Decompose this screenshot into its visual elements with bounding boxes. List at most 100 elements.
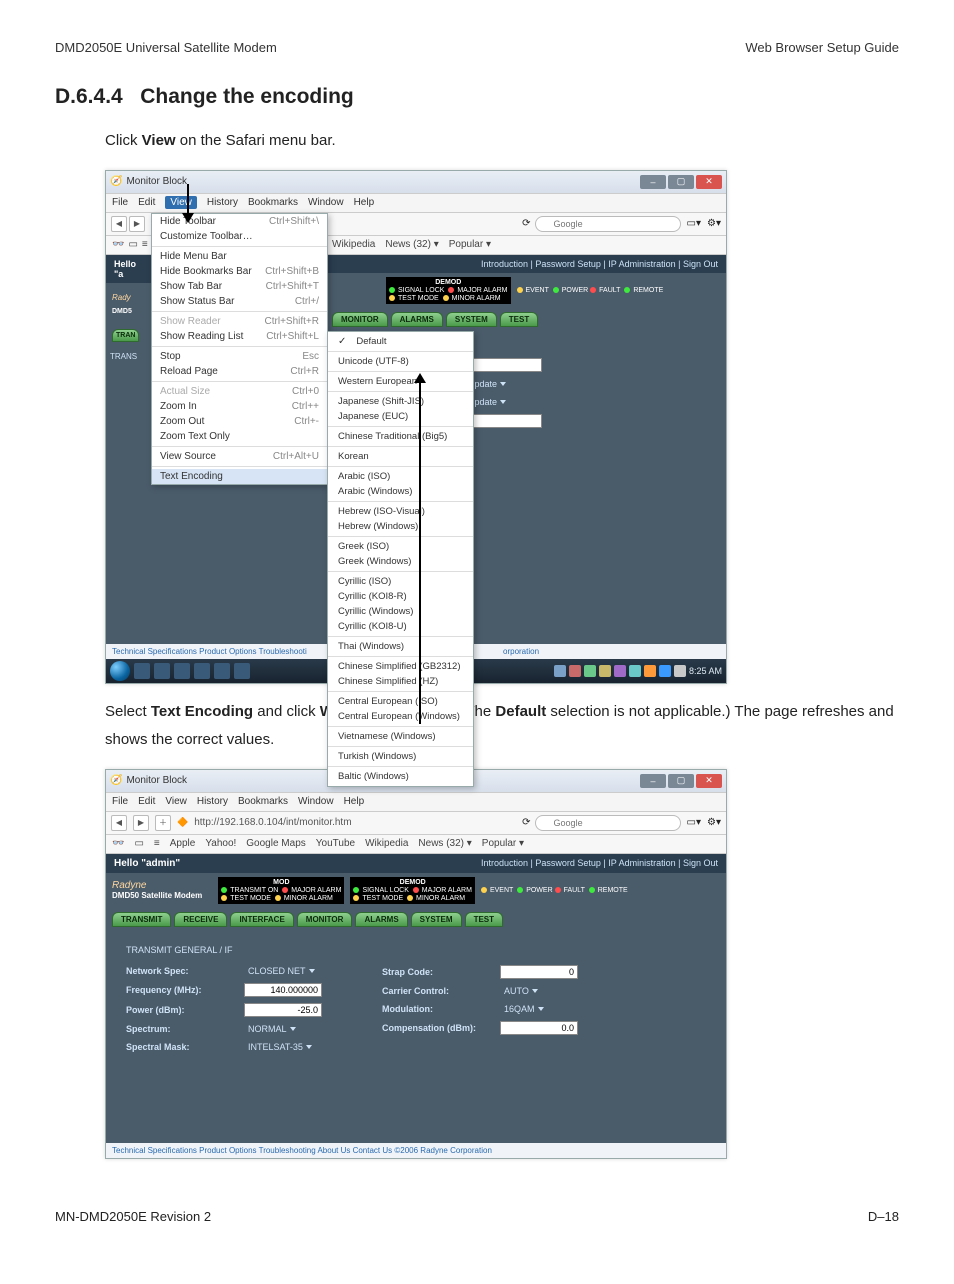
- modem-tab[interactable]: RECEIVE: [174, 912, 227, 927]
- task-icon[interactable]: [194, 663, 210, 679]
- task-icon[interactable]: [234, 663, 250, 679]
- task-icon[interactable]: [154, 663, 170, 679]
- modem-tab[interactable]: MONITOR: [332, 312, 388, 327]
- view-menu-item[interactable]: View SourceCtrl+Alt+U: [152, 449, 327, 464]
- window-min-button[interactable]: –: [640, 175, 666, 189]
- encoding-option[interactable]: Greek (ISO): [328, 539, 473, 554]
- start-orb[interactable]: [110, 661, 130, 681]
- form-select[interactable]: 16QAM: [500, 1003, 548, 1015]
- encoding-option[interactable]: Default: [328, 334, 473, 349]
- modem-page-footer[interactable]: Technical Specifications Product Options…: [106, 1143, 726, 1158]
- window-close-button[interactable]: ✕: [696, 774, 722, 788]
- reload-icon[interactable]: ⟳: [522, 218, 530, 229]
- view-menu-item[interactable]: Text Encoding: [152, 469, 327, 484]
- form-select[interactable]: CLOSED NET: [244, 965, 319, 977]
- bookmark-item[interactable]: Google Maps: [246, 838, 305, 849]
- encoding-option[interactable]: Korean: [328, 449, 473, 464]
- view-menu-item[interactable]: Show Reading ListCtrl+Shift+L: [152, 329, 327, 344]
- encoding-option[interactable]: Cyrillic (KOI8-R): [328, 589, 473, 604]
- gear-icon[interactable]: ⚙▾: [707, 817, 721, 828]
- encoding-option[interactable]: Cyrillic (ISO): [328, 574, 473, 589]
- admin-nav-links[interactable]: Introduction | Password Setup | IP Admin…: [481, 858, 718, 868]
- encoding-option[interactable]: Greek (Windows): [328, 554, 473, 569]
- reading-list-icon[interactable]: 👓: [112, 838, 124, 849]
- form-select[interactable]: AUTO: [500, 985, 542, 997]
- menu-history[interactable]: History: [207, 197, 238, 208]
- forward-button[interactable]: ▶: [133, 815, 149, 831]
- modem-tab[interactable]: TRANSMIT: [112, 912, 171, 927]
- encoding-option[interactable]: Japanese (Shift-JIS): [328, 394, 473, 409]
- view-menu-item[interactable]: Reload PageCtrl+R: [152, 364, 327, 379]
- encoding-option[interactable]: Cyrillic (Windows): [328, 604, 473, 619]
- encoding-option[interactable]: Japanese (EUC): [328, 409, 473, 424]
- modem-tab[interactable]: ALARMS: [391, 312, 443, 327]
- bookmark-item[interactable]: Popular ▾: [482, 838, 524, 849]
- encoding-option[interactable]: Western European: [328, 374, 473, 389]
- menu-view[interactable]: View: [165, 796, 187, 807]
- modem-tab[interactable]: SYSTEM: [411, 912, 462, 927]
- view-menu-item[interactable]: Zoom OutCtrl+-: [152, 414, 327, 429]
- menu-edit[interactable]: Edit: [138, 197, 155, 208]
- encoding-option[interactable]: Vietnamese (Windows): [328, 729, 473, 744]
- menu-bar[interactable]: FileEditViewHistoryBookmarksWindowHelp: [106, 193, 726, 213]
- reload-icon[interactable]: ⟳: [522, 817, 530, 828]
- encoding-option[interactable]: Unicode (UTF-8): [328, 354, 473, 369]
- encoding-option[interactable]: Thai (Windows): [328, 639, 473, 654]
- bookmark-item[interactable]: News (32) ▾: [418, 838, 471, 849]
- search-input[interactable]: [535, 216, 681, 232]
- back-button[interactable]: ◀: [111, 815, 127, 831]
- menu-bar[interactable]: FileEditViewHistoryBookmarksWindowHelp: [106, 792, 726, 812]
- view-menu-item[interactable]: StopEsc: [152, 349, 327, 364]
- encoding-option[interactable]: Central European (ISO): [328, 694, 473, 709]
- admin-nav-links[interactable]: Introduction | Password Setup | IP Admin…: [481, 259, 718, 269]
- modem-tab[interactable]: SYSTEM: [446, 312, 497, 327]
- encoding-option[interactable]: Central European (Windows): [328, 709, 473, 724]
- view-menu-item[interactable]: Show ReaderCtrl+Shift+R: [152, 314, 327, 329]
- modem-tab[interactable]: TEST: [500, 312, 538, 327]
- view-menu-item[interactable]: Hide Menu Bar: [152, 249, 327, 264]
- modem-tab[interactable]: TEST: [465, 912, 503, 927]
- encoding-option[interactable]: Chinese Simplified (GB2312): [328, 659, 473, 674]
- form-input[interactable]: [500, 965, 578, 979]
- view-menu-dropdown[interactable]: Hide ToolbarCtrl+Shift+\Customize Toolba…: [151, 213, 328, 485]
- forward-button[interactable]: ▶: [129, 216, 145, 232]
- view-menu-item[interactable]: Show Tab BarCtrl+Shift+T: [152, 279, 327, 294]
- form-input[interactable]: [500, 1021, 578, 1035]
- menu-edit[interactable]: Edit: [138, 796, 155, 807]
- encoding-option[interactable]: Cyrillic (KOI8-U): [328, 619, 473, 634]
- task-icon[interactable]: [174, 663, 190, 679]
- encoding-option[interactable]: Hebrew (Windows): [328, 519, 473, 534]
- address-url[interactable]: http://192.168.0.104/int/monitor.htm: [194, 817, 516, 828]
- window-close-button[interactable]: ✕: [696, 175, 722, 189]
- view-menu-item[interactable]: Customize Toolbar…: [152, 229, 327, 244]
- menu-file[interactable]: File: [112, 796, 128, 807]
- encoding-option[interactable]: Arabic (ISO): [328, 469, 473, 484]
- view-menu-item[interactable]: Zoom InCtrl++: [152, 399, 327, 414]
- encoding-option[interactable]: Chinese Simplified (HZ): [328, 674, 473, 689]
- form-input[interactable]: [244, 983, 322, 997]
- menu-view[interactable]: View: [165, 196, 197, 209]
- menu-window[interactable]: Window: [298, 796, 334, 807]
- menu-bookmarks[interactable]: Bookmarks: [248, 197, 298, 208]
- text-encoding-submenu[interactable]: Default Unicode (UTF-8) Western European Ja…: [327, 331, 474, 787]
- encoding-option[interactable]: Turkish (Windows): [328, 749, 473, 764]
- topsites-icon[interactable]: ≡: [154, 838, 160, 849]
- menu-help[interactable]: Help: [354, 197, 375, 208]
- modem-tab[interactable]: ALARMS: [355, 912, 407, 927]
- bookmarks-icon[interactable]: ▭: [134, 838, 143, 849]
- view-menu-item[interactable]: Actual SizeCtrl+0: [152, 384, 327, 399]
- search-input[interactable]: [535, 815, 681, 831]
- window-min-button[interactable]: –: [640, 774, 666, 788]
- gear-icon[interactable]: ⚙▾: [707, 218, 721, 229]
- encoding-option[interactable]: Baltic (Windows): [328, 769, 473, 784]
- form-input[interactable]: [244, 1003, 322, 1017]
- modem-tab[interactable]: MONITOR: [297, 912, 353, 927]
- menu-bookmarks[interactable]: Bookmarks: [238, 796, 288, 807]
- encoding-option[interactable]: Hebrew (ISO-Visual): [328, 504, 473, 519]
- page-menu-icon[interactable]: ▭▾: [687, 218, 701, 229]
- form-select[interactable]: NORMAL: [244, 1023, 300, 1035]
- view-menu-item[interactable]: Show Status BarCtrl+/: [152, 294, 327, 309]
- task-icon[interactable]: [134, 663, 150, 679]
- encoding-option[interactable]: Arabic (Windows): [328, 484, 473, 499]
- bookmark-item[interactable]: Apple: [170, 838, 196, 849]
